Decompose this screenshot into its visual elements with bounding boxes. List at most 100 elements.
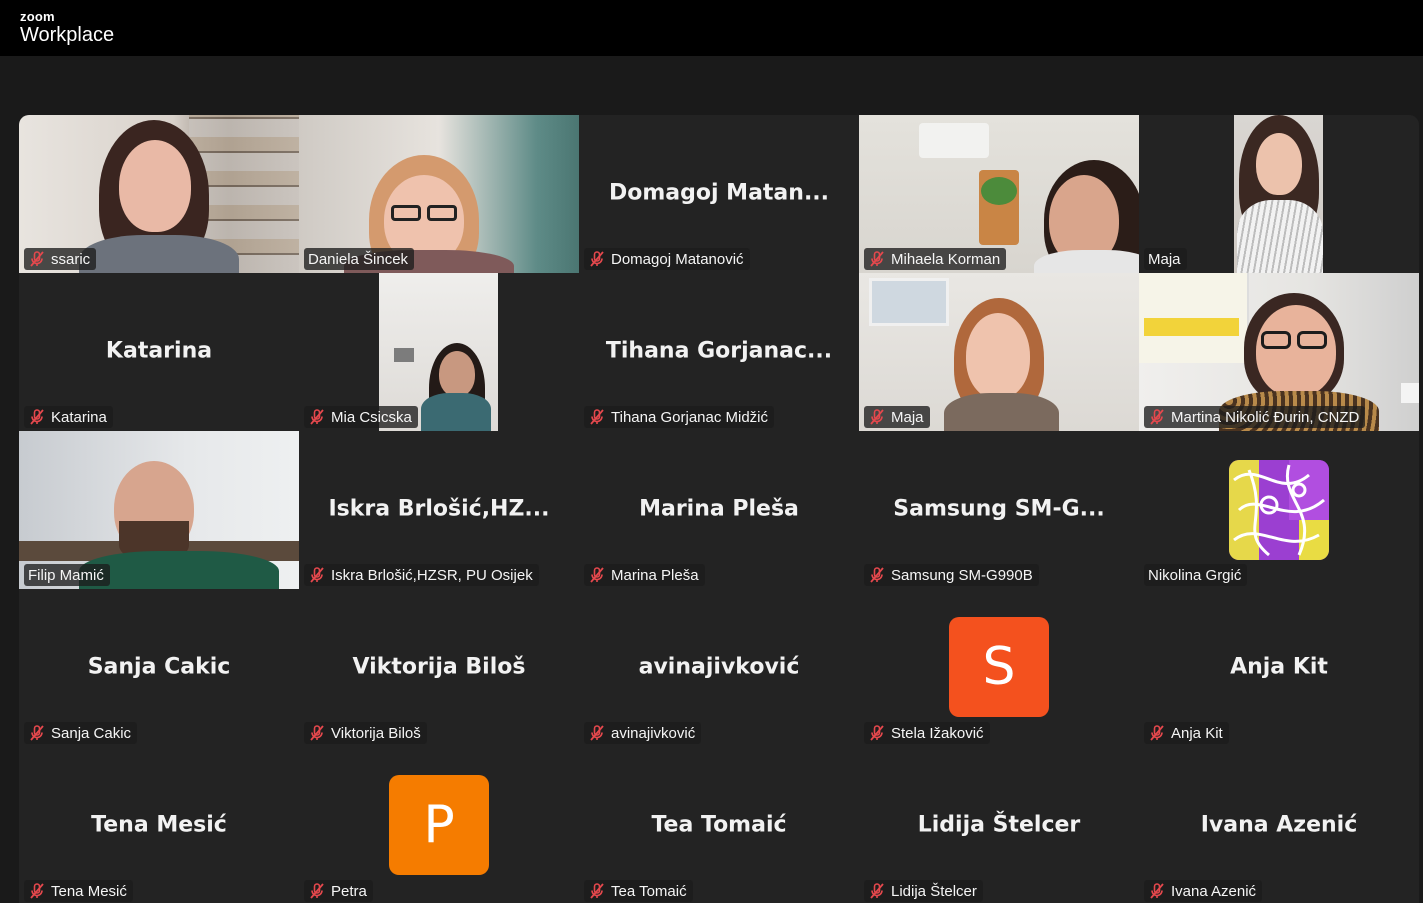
participant-tile[interactable]: Sanja Cakic Sanja Cakic [19,589,299,747]
participant-label: Anja Kit [1144,722,1229,744]
participant-tile-active-speaker[interactable]: Filip Mamić [19,431,299,589]
participant-tile[interactable]: Tihana Gorjanac... Tihana Gorjanac Midži… [579,273,859,431]
participant-tile[interactable]: S Stela Ižaković [859,589,1139,747]
mic-muted-icon [870,409,884,425]
mic-muted-icon [1150,883,1164,899]
participant-display-name: avinajivković [638,654,800,680]
participant-label: Sanja Cakic [24,722,138,744]
participant-tile[interactable]: Mihaela Korman [859,115,1139,273]
title-bar: zoom Workplace [0,0,1423,56]
participant-display-name: Anja Kit [1230,654,1328,680]
mic-muted-icon [310,883,324,899]
participant-name: Tihana Gorjanac Midžić [611,408,769,426]
participant-name: Petra [331,882,367,900]
participant-tile[interactable]: Domagoj Matan... Domagoj Matanović [579,115,859,273]
participant-label: Tihana Gorjanac Midžić [584,406,775,428]
participant-tile[interactable]: Lidija Štelcer Lidija Štelcer [859,747,1139,903]
participant-tile[interactable]: Tea Tomaić Tea Tomaić [579,747,859,903]
participant-label: Tea Tomaić [584,880,693,902]
participant-name: Nikolina Grgić [1148,566,1242,584]
participant-name: Viktorija Biloš [331,724,421,742]
participant-label: Martina Nikolić Đurin, CNZD [1144,406,1366,428]
participant-tile[interactable]: Maja [1139,115,1419,273]
participant-name: Domagoj Matanović [611,250,744,268]
avatar-initial: S [949,617,1049,717]
participant-name: Ivana Azenić [1171,882,1257,900]
mic-muted-icon [30,725,44,741]
participant-label: Mia Csicska [304,406,418,428]
participant-label: Lidija Štelcer [864,880,983,902]
mic-muted-icon [590,409,604,425]
mic-muted-icon [1150,725,1164,741]
participant-tile[interactable]: Martina Nikolić Đurin, CNZD [1139,273,1419,431]
participant-tile[interactable]: Anja Kit Anja Kit [1139,589,1419,747]
participant-tile[interactable]: Viktorija Biloš Viktorija Biloš [299,589,579,747]
participant-label: Marina Pleša [584,564,705,586]
participant-label: Daniela Šincek [304,248,415,270]
participant-display-name: Lidija Štelcer [917,812,1081,838]
mic-muted-icon [310,409,324,425]
mic-muted-icon [1150,409,1164,425]
participant-label: Maja [864,406,930,428]
mic-muted-icon [310,567,324,583]
participant-label: Katarina [24,406,113,428]
participant-label: Ivana Azenić [1144,880,1263,902]
participant-display-name: Sanja Cakic [87,654,231,680]
participant-name: ssaric [51,250,91,268]
participant-display-name: Tihana Gorjanac... [605,338,833,364]
participant-tile[interactable]: Iskra Brlošić,HZ... Iskra Brlošić,HZSR, … [299,431,579,589]
mic-muted-icon [310,725,324,741]
participant-tile[interactable]: Daniela Šincek [299,115,579,273]
participant-label: Tena Mesić [24,880,133,902]
participant-tile[interactable]: P Petra [299,747,579,903]
participant-name: Tena Mesić [51,882,127,900]
zoom-workplace-logo: zoom Workplace [20,10,114,45]
participant-tile[interactable]: Mia Csicska [299,273,579,431]
gallery-view: ssaric Daniela Šincek Domagoj Matan... D… [19,115,1419,903]
participant-name: Maja [891,408,924,426]
participant-display-name: Viktorija Biloš [352,654,526,680]
participant-tile[interactable]: Nikolina Grgić [1139,431,1419,589]
participant-tile[interactable]: ssaric [19,115,299,273]
participant-name: Martina Nikolić Đurin, CNZD [1171,408,1360,426]
participant-name: Mihaela Korman [891,250,1001,268]
mic-muted-icon [30,251,44,267]
participant-name: Katarina [51,408,107,426]
participant-display-name: Katarina [105,338,213,364]
participant-tile[interactable]: Tena Mesić Tena Mesić [19,747,299,903]
participant-label: Samsung SM-G990B [864,564,1039,586]
logo-small-text: zoom [20,9,55,24]
participant-name: Sanja Cakic [51,724,132,742]
participant-label: Petra [304,880,373,902]
mic-muted-icon [30,409,44,425]
participant-name: Maja [1148,250,1181,268]
mic-muted-icon [590,251,604,267]
participant-display-name: Domagoj Matan... [608,180,830,206]
participant-label: Iskra Brlošić,HZSR, PU Osijek [304,564,539,586]
participant-display-name: Tea Tomaić [651,812,787,838]
participant-display-name: Tena Mesić [91,812,227,838]
participant-tile[interactable]: Katarina Katarina [19,273,299,431]
mic-muted-icon [870,883,884,899]
mic-muted-icon [870,725,884,741]
participant-name: Stela Ižaković [891,724,984,742]
participant-tile[interactable]: avinajivković avinajivković [579,589,859,747]
profile-picture-doodle [1229,460,1329,560]
participant-name: Mia Csicska [331,408,412,426]
participant-name: Lidija Štelcer [891,882,977,900]
participant-display-name: Samsung SM-G... [893,496,1105,522]
participant-display-name: Iskra Brlošić,HZ... [328,496,550,522]
participant-label: avinajivković [584,722,702,744]
participant-display-name: Marina Pleša [639,496,799,522]
participant-tile[interactable]: Ivana Azenić Ivana Azenić [1139,747,1419,903]
participant-label: Filip Mamić [24,564,110,586]
participant-tile[interactable]: Samsung SM-G... Samsung SM-G990B [859,431,1139,589]
participant-name: Marina Pleša [611,566,699,584]
participant-label: ssaric [24,248,97,270]
participant-label: Maja [1144,248,1187,270]
participant-tile[interactable]: Maja [859,273,1139,431]
participant-tile[interactable]: Marina Pleša Marina Pleša [579,431,859,589]
participant-label: Stela Ižaković [864,722,990,744]
participant-display-name: Ivana Azenić [1200,812,1358,838]
mic-muted-icon [590,567,604,583]
